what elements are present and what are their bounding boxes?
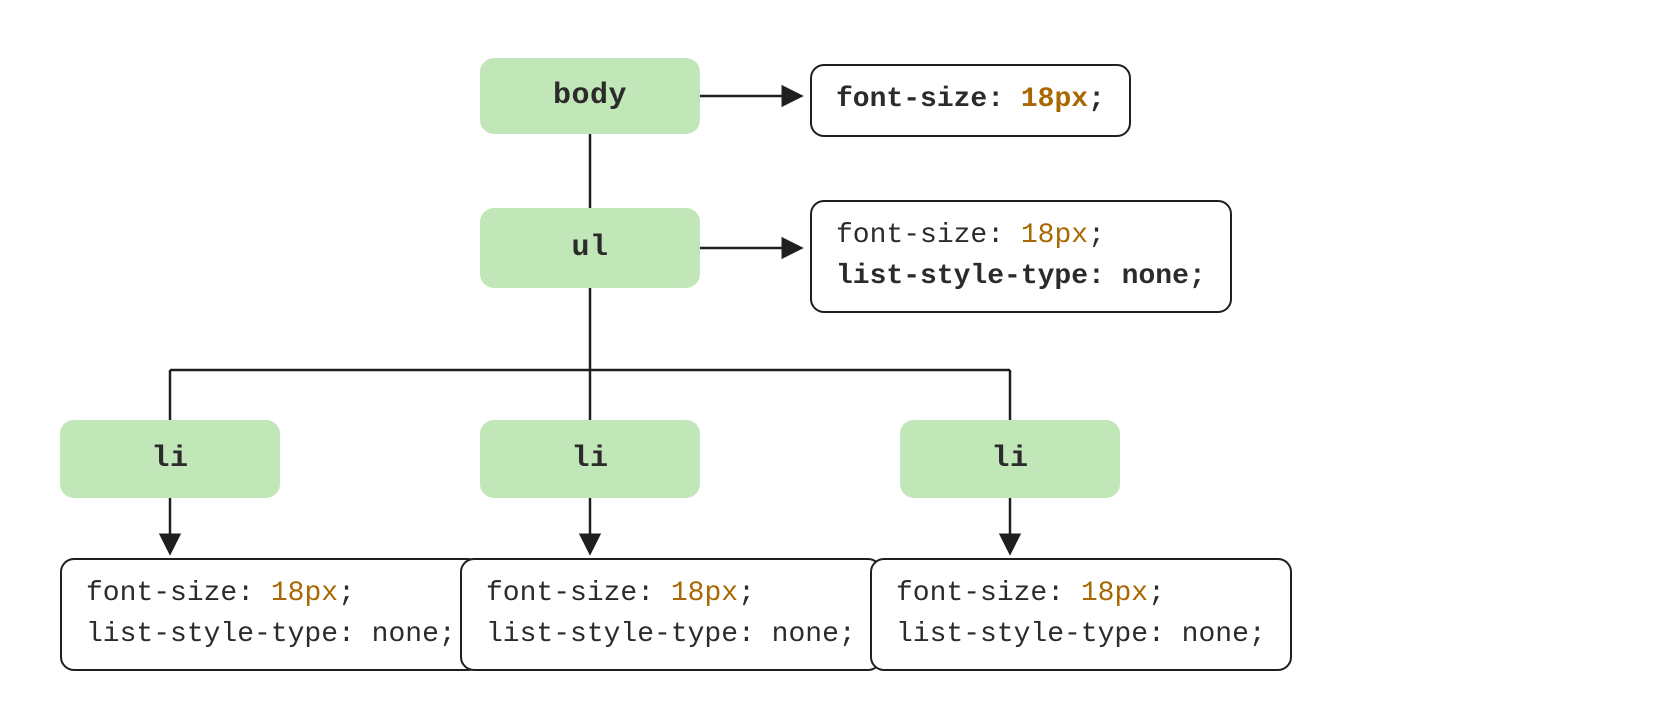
- rule-prop: font-size: [86, 578, 237, 609]
- rule-value: none: [1122, 261, 1189, 292]
- rule-prop: font-size: [896, 578, 1047, 609]
- node-li-3: li: [900, 420, 1120, 498]
- rule-prop: list-style-type: [836, 261, 1088, 292]
- css-inheritance-diagram: body font-size: 18px; ul font-size: 18px…: [0, 0, 1679, 726]
- rule-prop: list-style-type: [896, 619, 1148, 650]
- node-body: body: [480, 58, 700, 134]
- node-li-1: li: [60, 420, 280, 498]
- rule-value: 18px: [1021, 84, 1088, 115]
- rule-value: 18px: [271, 578, 338, 609]
- rule-value: 18px: [1021, 220, 1088, 251]
- node-li-2-label: li: [571, 442, 608, 476]
- rules-ul: font-size: 18px; list-style-type: none;: [810, 200, 1232, 313]
- rule-value: none: [772, 619, 839, 650]
- rule-value: 18px: [1081, 578, 1148, 609]
- rule-prop: font-size: [486, 578, 637, 609]
- rule-value: 18px: [671, 578, 738, 609]
- node-li-3-label: li: [991, 442, 1028, 476]
- node-ul-label: ul: [571, 231, 608, 265]
- rules-body: font-size: 18px;: [810, 64, 1131, 137]
- node-li-1-label: li: [151, 442, 188, 476]
- rules-li-3: font-size: 18px; list-style-type: none;: [870, 558, 1292, 671]
- rule-value: none: [372, 619, 439, 650]
- rules-li-2: font-size: 18px; list-style-type: none;: [460, 558, 882, 671]
- rule-prop: list-style-type: [486, 619, 738, 650]
- rule-value: none: [1182, 619, 1249, 650]
- rule-prop: font-size: [836, 220, 987, 251]
- node-li-2: li: [480, 420, 700, 498]
- rule-prop: font-size: [836, 84, 987, 115]
- rule-prop: list-style-type: [86, 619, 338, 650]
- node-body-label: body: [553, 79, 627, 113]
- node-ul: ul: [480, 208, 700, 288]
- rules-li-1: font-size: 18px; list-style-type: none;: [60, 558, 482, 671]
